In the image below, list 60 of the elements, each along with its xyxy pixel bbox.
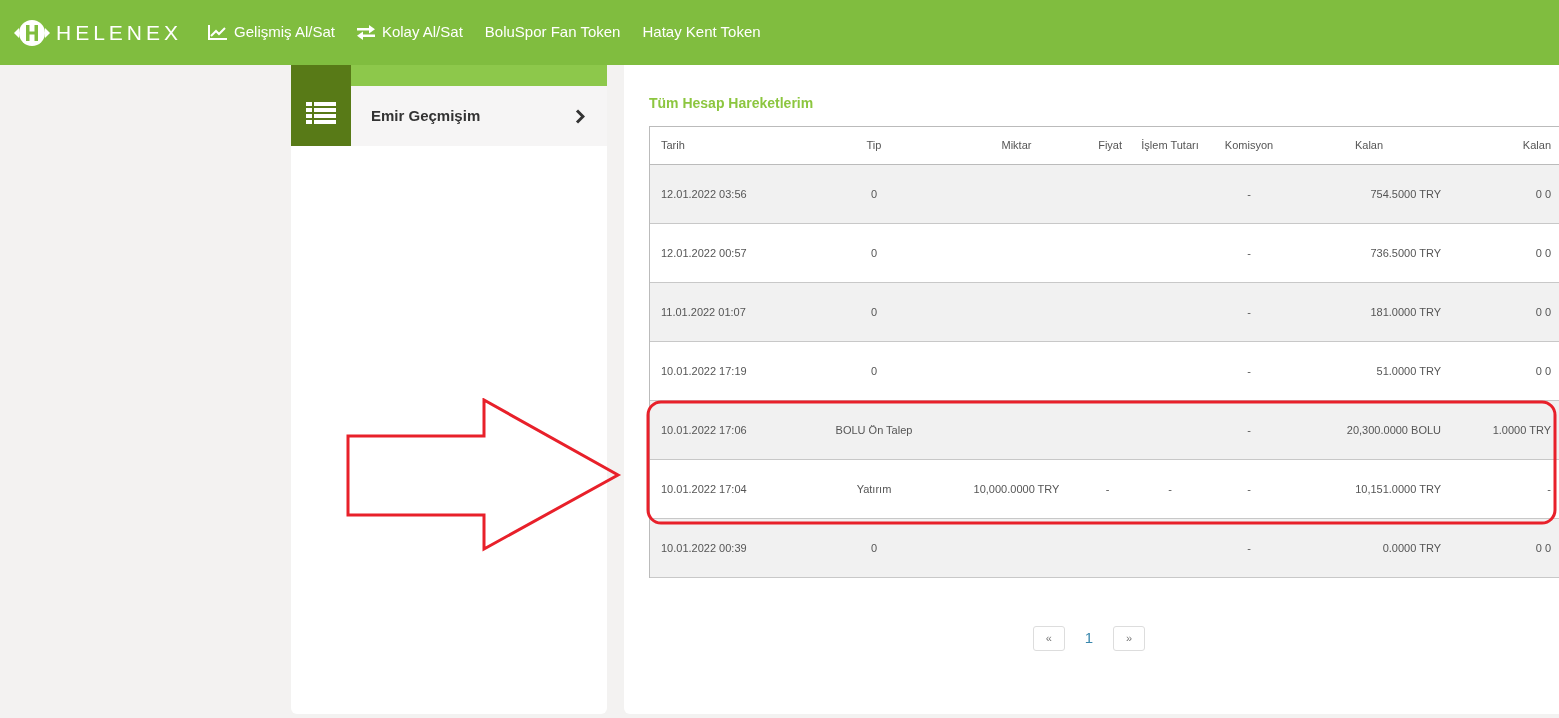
page-number-button[interactable]: 1	[1084, 627, 1094, 650]
column-header: Komisyon	[1223, 138, 1275, 154]
table-cell: 0	[870, 541, 878, 554]
sidebar-menu-item[interactable]: Emir Geçmişim	[351, 86, 607, 146]
table-cell: 10.01.2022 00:39	[661, 541, 747, 554]
table-cell: 12.01.2022 00:57	[661, 246, 747, 259]
table-cell: 10,000.0000 TRY	[973, 482, 1060, 495]
table-cell: 51.0000 TRY	[1376, 364, 1441, 377]
table-cell: -	[1105, 482, 1110, 495]
column-header: Fiyat	[1097, 138, 1123, 154]
column-header: İşlem Tutarı	[1140, 138, 1200, 154]
table-cell: 0	[870, 187, 878, 200]
table-cell: -	[1547, 482, 1551, 495]
table-cell: -	[1247, 246, 1251, 259]
section-title: Tüm Hesap Hareketlerim	[649, 94, 815, 113]
line-chart-icon	[208, 25, 228, 40]
table-cell: -	[1168, 482, 1172, 495]
column-header: Tip	[865, 138, 883, 154]
table-cell: -	[1247, 305, 1251, 318]
table-cell: -	[1247, 482, 1251, 495]
table-cell: 12.01.2022 03:56	[661, 187, 747, 200]
column-header: Tarih	[660, 138, 686, 154]
table-cell: -	[1247, 541, 1251, 554]
column-header: Kalan	[1353, 138, 1385, 154]
table-cell: BOLU Ön Talep	[835, 423, 913, 436]
table-cell: 754.5000 TRY	[1370, 187, 1441, 200]
table-cell: Yatırım	[856, 482, 892, 495]
table-cell: 181.0000 TRY	[1370, 305, 1441, 318]
table-cell: -	[1247, 364, 1251, 377]
column-header: Kalan	[1521, 138, 1552, 154]
table-cell: 0	[870, 246, 878, 259]
next-page-button[interactable]: »	[1113, 626, 1146, 651]
table-cell: 0 0	[1535, 364, 1551, 377]
table-cell: 10,151.0000 TRY	[1355, 482, 1441, 495]
table-cell: 0 0	[1535, 305, 1551, 318]
nav-link[interactable]: BoluSpor Fan Token	[484, 21, 621, 44]
table-cell: 20,300.0000 BOLU	[1346, 423, 1441, 436]
table-cell: 10.01.2022 17:19	[661, 364, 747, 377]
table-cell: -	[1247, 187, 1251, 200]
previous-page-button[interactable]: «	[1032, 626, 1065, 651]
swap-arrows-icon	[356, 25, 375, 40]
table-cell: 0	[870, 305, 878, 318]
table-cell: 0 0	[1535, 187, 1551, 200]
chevron-right-icon	[575, 108, 585, 124]
table-cell: 0	[870, 364, 878, 377]
nav-link[interactable]: Gelişmiş Al/Sat	[208, 21, 335, 44]
column-header: Miktar	[1000, 138, 1033, 154]
table-cell: 10.01.2022 17:04	[661, 482, 747, 495]
logo-text: HELENEX	[56, 19, 183, 46]
table-cell: 1.0000 TRY	[1492, 423, 1551, 436]
nav-link[interactable]: Hatay Kent Token	[642, 21, 761, 44]
table-cell: 0 0	[1535, 246, 1551, 259]
list-icon	[306, 102, 336, 124]
table-cell: 11.01.2022 01:07	[661, 305, 746, 318]
table-cell: -	[1247, 423, 1251, 436]
table-cell: 736.5000 TRY	[1370, 246, 1441, 259]
table-cell: 10.01.2022 17:06	[661, 423, 747, 436]
table-cell: 0 0	[1535, 541, 1551, 554]
table-cell: 0.0000 TRY	[1382, 541, 1441, 554]
nav-link[interactable]: Kolay Al/Sat	[356, 21, 463, 44]
